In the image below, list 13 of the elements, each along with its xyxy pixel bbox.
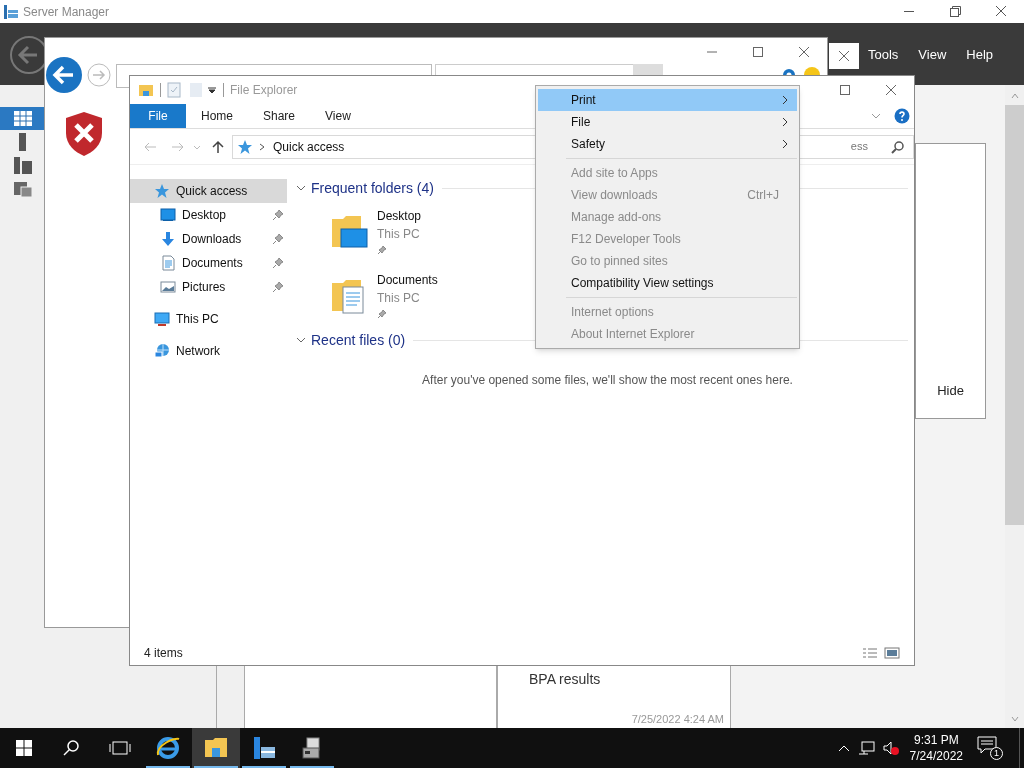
status-text: 4 items — [144, 645, 183, 662]
timestamp: 7/25/2022 4:24 AM — [631, 711, 724, 727]
empty-message: After you've opened some files, we'll show the most recent ones here. — [422, 372, 793, 389]
folder-location: This PC — [377, 226, 421, 243]
folder-location: This PC — [377, 290, 421, 307]
tile-title: BPA results — [529, 670, 602, 689]
notification-badge: 1 — [990, 747, 1003, 760]
folder-name: Documents — [377, 272, 438, 289]
window-title: File Explorer — [230, 82, 298, 99]
window-title: Server Manager — [23, 3, 110, 21]
folder-name: Desktop — [377, 208, 422, 225]
breadcrumb-text: Quick access — [273, 138, 345, 156]
search-text: ess — [850, 139, 868, 155]
